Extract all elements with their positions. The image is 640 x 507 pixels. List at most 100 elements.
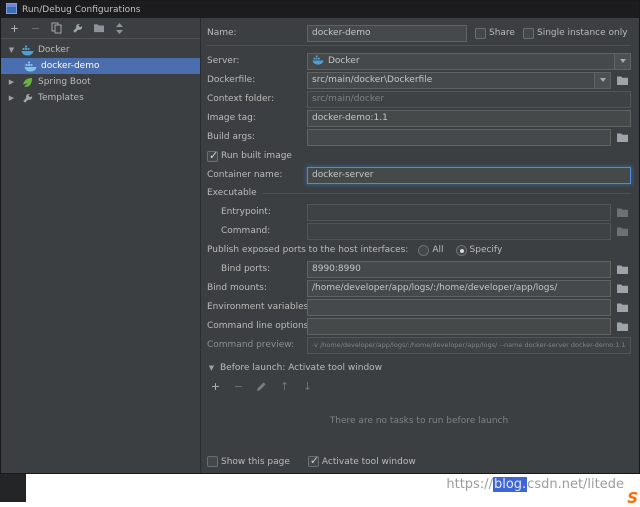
before-launch-header[interactable]: ▼ Before launch: Activate tool window bbox=[207, 360, 631, 376]
browse-folder-icon[interactable] bbox=[614, 280, 631, 297]
context-folder-row: Context folder: src/main/docker bbox=[207, 90, 631, 108]
window-title: Run/Debug Configurations bbox=[22, 5, 140, 15]
bind-ports-label: Bind ports: bbox=[207, 264, 307, 274]
run-built-image-label: Run built image bbox=[221, 151, 292, 161]
executable-section-label: Executable bbox=[207, 188, 257, 198]
command-preview-value: -v /home/developer/app/logs/:/home/devel… bbox=[312, 341, 626, 349]
show-this-page-checkbox[interactable]: Show this page bbox=[207, 456, 290, 467]
container-name-value: docker-server bbox=[312, 170, 373, 180]
remove-task-button[interactable]: − bbox=[232, 380, 245, 393]
configurations-tree: ▼ Docker docker-demo ▶ Spring Boot ▶ Tem… bbox=[1, 39, 200, 473]
move-up-icon[interactable]: ↑ bbox=[278, 380, 291, 393]
single-instance-checkbox[interactable]: Single instance only bbox=[523, 28, 628, 39]
entrypoint-label: Entrypoint: bbox=[207, 207, 307, 217]
radio-selected-icon[interactable] bbox=[456, 245, 467, 256]
bind-ports-input[interactable]: 8990:8990 bbox=[307, 261, 611, 278]
image-tag-input[interactable]: docker-demo:1.1 bbox=[307, 110, 631, 127]
tree-item-label: Docker bbox=[38, 45, 70, 55]
tree-item-label: Templates bbox=[38, 93, 84, 103]
titlebar[interactable]: Run/Debug Configurations bbox=[1, 1, 639, 18]
context-folder-input[interactable]: src/main/docker bbox=[307, 91, 631, 108]
dockerfile-label: Dockerfile: bbox=[207, 75, 307, 85]
before-launch-toolbar: + − ↑ ↓ bbox=[207, 378, 631, 394]
server-label: Server: bbox=[207, 56, 307, 66]
publish-all-radio[interactable]: All bbox=[418, 245, 443, 256]
command-line-options-input[interactable] bbox=[307, 318, 611, 335]
copy-configuration-icon[interactable] bbox=[50, 22, 63, 35]
before-launch-title: Before launch: Activate tool window bbox=[220, 363, 382, 373]
tree-item-templates[interactable]: ▶ Templates bbox=[1, 90, 200, 106]
add-task-button[interactable]: + bbox=[209, 380, 222, 393]
checkbox-checked-icon[interactable] bbox=[207, 151, 218, 162]
environment-variables-input[interactable] bbox=[307, 299, 611, 316]
command-row: Command: bbox=[207, 222, 631, 240]
edit-task-icon[interactable] bbox=[255, 380, 268, 393]
name-label: Name: bbox=[207, 28, 307, 38]
command-preview-label: Command preview: bbox=[207, 340, 307, 350]
dockerfile-value: src/main/docker\Dockerfile bbox=[312, 75, 432, 85]
folder-icon[interactable] bbox=[92, 22, 105, 35]
checkbox-checked-icon[interactable] bbox=[308, 456, 319, 467]
browse-folder-icon[interactable] bbox=[614, 72, 631, 89]
name-input[interactable]: docker-demo bbox=[307, 25, 467, 42]
checkbox-icon[interactable] bbox=[207, 456, 218, 467]
browse-folder-icon[interactable] bbox=[614, 318, 631, 335]
image-tag-label: Image tag: bbox=[207, 113, 307, 123]
chevron-right-icon[interactable]: ▶ bbox=[7, 95, 16, 102]
checkbox-icon[interactable] bbox=[523, 28, 534, 39]
configurations-sidebar: + − ▼ Docker docker-demo ▶ bbox=[1, 18, 201, 473]
chevron-down-icon[interactable] bbox=[594, 73, 610, 88]
add-configuration-button[interactable]: + bbox=[8, 22, 21, 35]
chevron-down-icon[interactable]: ▼ bbox=[207, 365, 216, 372]
wrench-icon[interactable] bbox=[71, 22, 84, 35]
window-icon bbox=[6, 3, 17, 17]
browse-folder-icon[interactable] bbox=[614, 223, 631, 240]
tree-item-docker[interactable]: ▼ Docker bbox=[1, 42, 200, 58]
dockerfile-select[interactable]: src/main/docker\Dockerfile bbox=[307, 72, 611, 89]
browse-folder-icon[interactable] bbox=[614, 129, 631, 146]
remove-configuration-button[interactable]: − bbox=[29, 22, 42, 35]
tree-item-docker-demo[interactable]: docker-demo bbox=[1, 58, 200, 74]
browse-folder-icon[interactable] bbox=[614, 204, 631, 221]
wrench-icon bbox=[20, 93, 34, 104]
image-tag-value: docker-demo:1.1 bbox=[312, 113, 388, 123]
build-args-input[interactable] bbox=[307, 129, 611, 146]
publish-specify-radio[interactable]: Specify bbox=[456, 245, 503, 256]
run-built-image-row: Run built image bbox=[207, 147, 631, 165]
container-name-row: Container name: docker-server bbox=[207, 166, 631, 184]
command-preview-row: Command preview: -v /home/developer/app/… bbox=[207, 336, 631, 354]
watermark-highlight: blog. bbox=[493, 477, 527, 492]
sort-icon[interactable] bbox=[113, 22, 126, 35]
container-name-input[interactable]: docker-server bbox=[307, 167, 631, 184]
server-select[interactable]: Docker bbox=[307, 53, 631, 70]
configuration-form: Name: docker-demo Share Single instance … bbox=[201, 18, 639, 473]
name-value: docker-demo bbox=[312, 28, 371, 38]
activate-tool-window-checkbox[interactable]: Activate tool window bbox=[308, 456, 416, 467]
share-checkbox[interactable]: Share bbox=[475, 28, 515, 39]
radio-icon[interactable] bbox=[418, 245, 429, 256]
show-this-page-label: Show this page bbox=[221, 457, 290, 467]
checkbox-icon[interactable] bbox=[475, 28, 486, 39]
browse-folder-icon[interactable] bbox=[614, 261, 631, 278]
browse-folder-icon[interactable] bbox=[614, 299, 631, 316]
window-shadow-block bbox=[0, 474, 26, 502]
no-tasks-message: There are no tasks to run before launch bbox=[207, 416, 631, 426]
move-down-icon[interactable]: ↓ bbox=[301, 380, 314, 393]
command-input[interactable] bbox=[307, 223, 611, 240]
environment-variables-label: Environment variables: bbox=[207, 302, 307, 312]
chevron-down-icon[interactable]: ▼ bbox=[7, 47, 16, 54]
bind-mounts-row: Bind mounts: /home/developer/app/logs/:/… bbox=[207, 279, 631, 297]
bind-mounts-input[interactable]: /home/developer/app/logs/:/home/develope… bbox=[307, 280, 611, 297]
csdn-logo: S bbox=[627, 489, 638, 507]
chevron-right-icon[interactable]: ▶ bbox=[7, 79, 16, 86]
command-label: Command: bbox=[207, 226, 307, 236]
publish-ports-row: Publish exposed ports to the host interf… bbox=[207, 241, 631, 259]
context-folder-value: src/main/docker bbox=[312, 94, 384, 104]
chevron-down-icon[interactable] bbox=[614, 54, 630, 69]
tree-item-spring-boot[interactable]: ▶ Spring Boot bbox=[1, 74, 200, 90]
image-tag-row: Image tag: docker-demo:1.1 bbox=[207, 109, 631, 127]
run-built-image-checkbox[interactable]: Run built image bbox=[207, 151, 292, 162]
tree-item-label: Spring Boot bbox=[38, 77, 91, 87]
docker-icon bbox=[312, 55, 324, 68]
entrypoint-input[interactable] bbox=[307, 204, 611, 221]
